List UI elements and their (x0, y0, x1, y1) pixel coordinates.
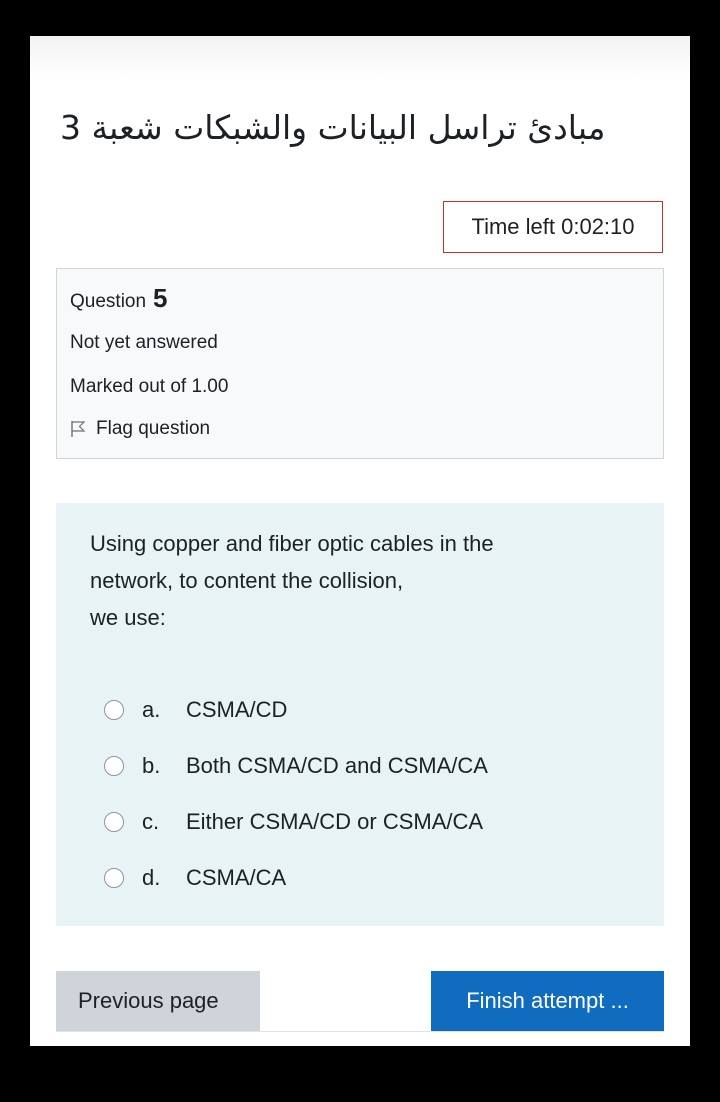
answer-option-c[interactable]: c. Either CSMA/CD or CSMA/CA (90, 794, 630, 850)
time-left-text: Time left 0:02:10 (471, 214, 635, 239)
flag-question-label: Flag question (96, 418, 211, 439)
quiz-screen: مبادئ تراسل البيانات والشبكات شعبة 3 Tim… (30, 36, 690, 1046)
answer-option-b[interactable]: b. Both CSMA/CD and CSMA/CA (90, 738, 630, 794)
question-text: Using copper and fiber optic cables in t… (90, 525, 630, 636)
question-text-line: Using copper and fiber optic cables in t… (90, 531, 494, 556)
question-text-line: network, to content the collision, (90, 568, 404, 593)
footer-divider (56, 1031, 664, 1032)
question-number-row: Question 5 (70, 283, 650, 317)
answer-letter: c. (142, 809, 160, 834)
radio-button[interactable] (104, 868, 124, 888)
answer-options: a. CSMA/CD b. Both CSMA/CD and CSMA/CA c… (90, 682, 630, 906)
time-left-indicator: Time left 0:02:10 (443, 201, 663, 253)
question-grade: Marked out of 1.00 (70, 376, 229, 397)
radio-button[interactable] (104, 700, 124, 720)
question-number: 5 (153, 283, 168, 313)
radio-button[interactable] (104, 756, 124, 776)
answer-letter: b. (142, 753, 161, 778)
question-label: Question (70, 291, 147, 312)
answer-option-a[interactable]: a. CSMA/CD (90, 682, 630, 738)
previous-page-button[interactable]: Previous page (56, 971, 260, 1031)
flag-question-link[interactable]: Flag question (70, 411, 650, 447)
answer-text: CSMA/CD (186, 697, 288, 722)
answer-option-d[interactable]: d. CSMA/CA (90, 850, 630, 906)
answer-text: Either CSMA/CD or CSMA/CA (186, 809, 484, 834)
flag-icon (70, 420, 86, 438)
answer-letter: d. (142, 865, 161, 890)
question-state: Not yet answered (70, 332, 218, 353)
radio-button[interactable] (104, 812, 124, 832)
top-bar-shadow (30, 36, 690, 78)
course-title: مبادئ تراسل البيانات والشبكات شعبة 3 (60, 108, 606, 147)
finish-attempt-button[interactable]: Finish attempt ... (431, 971, 664, 1031)
question-info-panel: Question 5 Not yet answered Marked out o… (56, 268, 664, 459)
answer-text: Both CSMA/CD and CSMA/CA (186, 753, 488, 778)
answer-letter: a. (142, 697, 161, 722)
question-content: Using copper and fiber optic cables in t… (56, 503, 664, 926)
question-text-line: we use: (90, 605, 166, 630)
answer-text: CSMA/CA (186, 865, 287, 890)
